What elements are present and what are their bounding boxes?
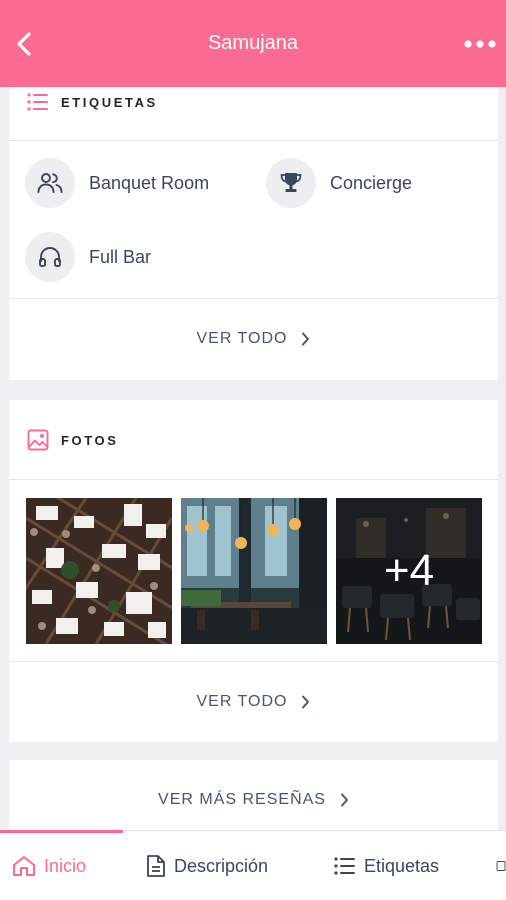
ver-todo-label: VER TODO [196, 330, 288, 347]
amenity-icon-circle [25, 158, 75, 208]
tab-label: Descripción [174, 855, 269, 876]
restaurant-interior-photo [181, 498, 327, 644]
amenity-icon-circle [266, 158, 316, 208]
chevron-right-icon [302, 332, 310, 346]
etiquetas-title: ETIQUETAS [61, 94, 158, 110]
fotos-ver-todo-button[interactable]: VER TODO [9, 662, 498, 742]
chevron-left-icon [17, 32, 31, 56]
more-options-button[interactable] [460, 26, 500, 62]
etiquetas-header: ETIQUETAS [27, 93, 158, 111]
photo-thumbnail-2[interactable] [181, 498, 327, 644]
ver-todo-label: VER TODO [196, 693, 288, 710]
amenity-icon-circle [25, 232, 75, 282]
bottom-tab-bar: Inicio Descripción Etiquetas [0, 830, 506, 900]
tab-descripcion[interactable]: Descripción [146, 831, 268, 900]
amenity-label: Full Bar [89, 246, 152, 267]
more-photos-count: +4 [383, 546, 435, 595]
tab-inicio[interactable]: Inicio [12, 831, 86, 900]
tab-fotos-partial[interactable] [496, 831, 506, 900]
etiquetas-ver-todo-button[interactable]: VER TODO [9, 299, 498, 379]
divider [9, 140, 498, 141]
amenity-full-bar: Full Bar [25, 232, 151, 282]
tab-label: Inicio [44, 855, 87, 876]
users-icon [37, 173, 63, 193]
photo-thumbnail-more[interactable]: +4 [336, 498, 482, 644]
chevron-right-icon [340, 793, 348, 807]
amenity-label: Concierge [330, 172, 413, 193]
chevron-right-icon [302, 695, 310, 709]
fotos-title: FOTOS [61, 432, 119, 448]
trophy-icon [280, 173, 302, 192]
tab-label: Etiquetas [364, 855, 440, 876]
list-icon [27, 93, 48, 111]
list-icon [334, 857, 355, 875]
reviews-card: VER MÁS RESEÑAS [9, 760, 498, 830]
amenity-banquet-room: Banquet Room [25, 158, 209, 208]
divider [9, 479, 498, 480]
more-horizontal-icon [464, 40, 496, 48]
tab-etiquetas[interactable]: Etiquetas [334, 831, 439, 900]
back-button[interactable] [6, 26, 42, 62]
amenity-label: Banquet Room [89, 172, 210, 193]
home-icon [13, 856, 35, 876]
document-icon [147, 855, 165, 877]
ver-mas-resenas-button[interactable]: VER MÁS RESEÑAS [9, 760, 498, 830]
restaurant-aerial-photo [26, 498, 172, 644]
headphones-icon [39, 247, 61, 267]
page-title: Samujana [207, 32, 299, 54]
fotos-card: FOTOS +4 VER TODO [9, 400, 498, 742]
amenity-concierge: Concierge [266, 158, 412, 208]
photo-thumbnail-1[interactable] [26, 498, 172, 644]
image-icon [496, 861, 506, 871]
app-header: Samujana [0, 0, 506, 87]
ver-mas-resenas-label: VER MÁS RESEÑAS [158, 791, 326, 808]
image-icon [27, 429, 49, 451]
fotos-header: FOTOS [27, 429, 119, 451]
etiquetas-card: ETIQUETAS Banquet Room Concierge Full Ba… [9, 87, 498, 380]
